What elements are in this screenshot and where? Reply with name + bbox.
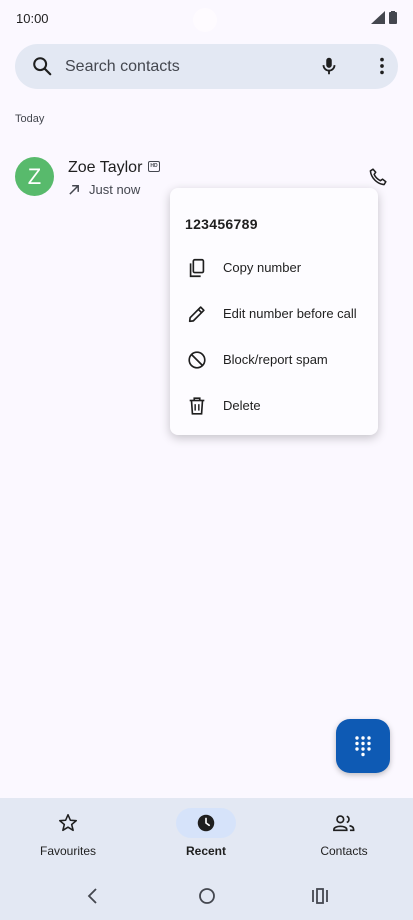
signal-icon [371, 11, 385, 24]
menu-phone-number: 123456789 [185, 216, 258, 232]
call-meta: Just now [68, 182, 140, 197]
menu-item-label: Copy number [223, 260, 302, 275]
call-context-menu: 123456789 Copy number Edit number before… [170, 188, 378, 435]
menu-item-label: Block/report spam [223, 352, 328, 367]
status-bar: 10:00 [0, 0, 413, 36]
tab-favourites[interactable]: Favourites [8, 808, 128, 868]
search-bar[interactable]: Search contacts [15, 44, 398, 89]
tab-label: Favourites [39, 844, 97, 858]
call-time: Just now [89, 182, 141, 197]
tab-label: Contacts [320, 844, 368, 858]
back-icon[interactable] [85, 886, 101, 906]
home-icon[interactable] [197, 886, 217, 906]
star-icon [58, 813, 78, 832]
hd-badge-icon: HD [148, 161, 160, 172]
mic-icon[interactable] [318, 55, 340, 77]
section-header-today: Today [15, 113, 45, 125]
contact-name: Zoe Taylor [68, 159, 143, 176]
outgoing-arrow-icon [69, 185, 79, 195]
tab-label: Recent [185, 844, 226, 858]
status-time: 10:00 [16, 11, 49, 26]
dialpad-button[interactable] [336, 719, 390, 773]
contacts-icon [333, 815, 355, 832]
block-icon [188, 351, 206, 369]
clock-icon [197, 814, 215, 832]
menu-item-copy-number[interactable]: Copy number [170, 248, 378, 288]
status-icons [371, 11, 397, 24]
recents-icon[interactable] [310, 886, 330, 906]
edit-icon [188, 306, 205, 323]
contact-avatar[interactable]: Z [15, 157, 54, 196]
delete-icon [189, 397, 205, 415]
tab-contacts[interactable]: Contacts [284, 808, 404, 868]
menu-item-label: Edit number before call [223, 306, 357, 321]
dialpad-icon [355, 736, 371, 757]
dialer-screen: 10:00 Search contacts Today Z Zoe Taylor… [0, 0, 413, 920]
phone-call-icon[interactable] [367, 166, 389, 188]
system-navigation-bar [0, 874, 413, 920]
menu-item-label: Delete [223, 398, 261, 413]
tab-recent[interactable]: Recent [146, 808, 266, 868]
menu-item-edit-number[interactable]: Edit number before call [170, 294, 378, 334]
battery-icon [389, 11, 397, 24]
copy-icon [189, 258, 205, 278]
menu-item-delete[interactable]: Delete [170, 386, 378, 426]
menu-item-block-spam[interactable]: Block/report spam [170, 340, 378, 380]
more-options-icon[interactable] [371, 55, 393, 77]
search-placeholder[interactable]: Search contacts [65, 58, 180, 76]
search-icon [33, 57, 52, 76]
front-camera [193, 8, 217, 32]
